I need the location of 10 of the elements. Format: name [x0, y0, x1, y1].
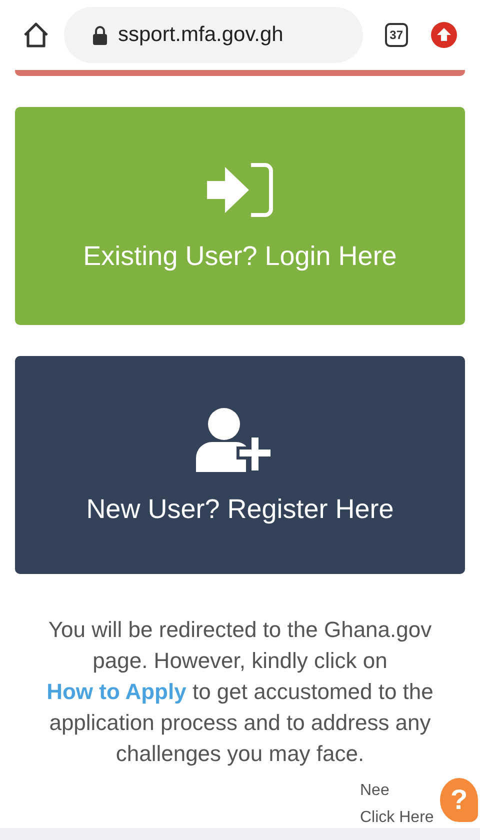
upload-icon[interactable] — [430, 21, 458, 49]
redirect-notice: You will be redirected to the Ghana.gov page. However, kindly click on How to Apply to get accustomed to the application process and to address any challenges you may face. — [46, 616, 434, 768]
register-button[interactable]: New User? Register Here — [15, 356, 465, 574]
sign-in-icon — [205, 160, 275, 218]
help-link[interactable]: Click Here — [360, 809, 434, 827]
lock-icon — [92, 25, 108, 45]
tab-count-button[interactable]: 37 — [384, 23, 408, 47]
address-field[interactable]: ssport.mfa.gov.gh — [64, 7, 363, 63]
help-label: Nee — [360, 782, 390, 800]
home-icon[interactable] — [22, 21, 50, 49]
